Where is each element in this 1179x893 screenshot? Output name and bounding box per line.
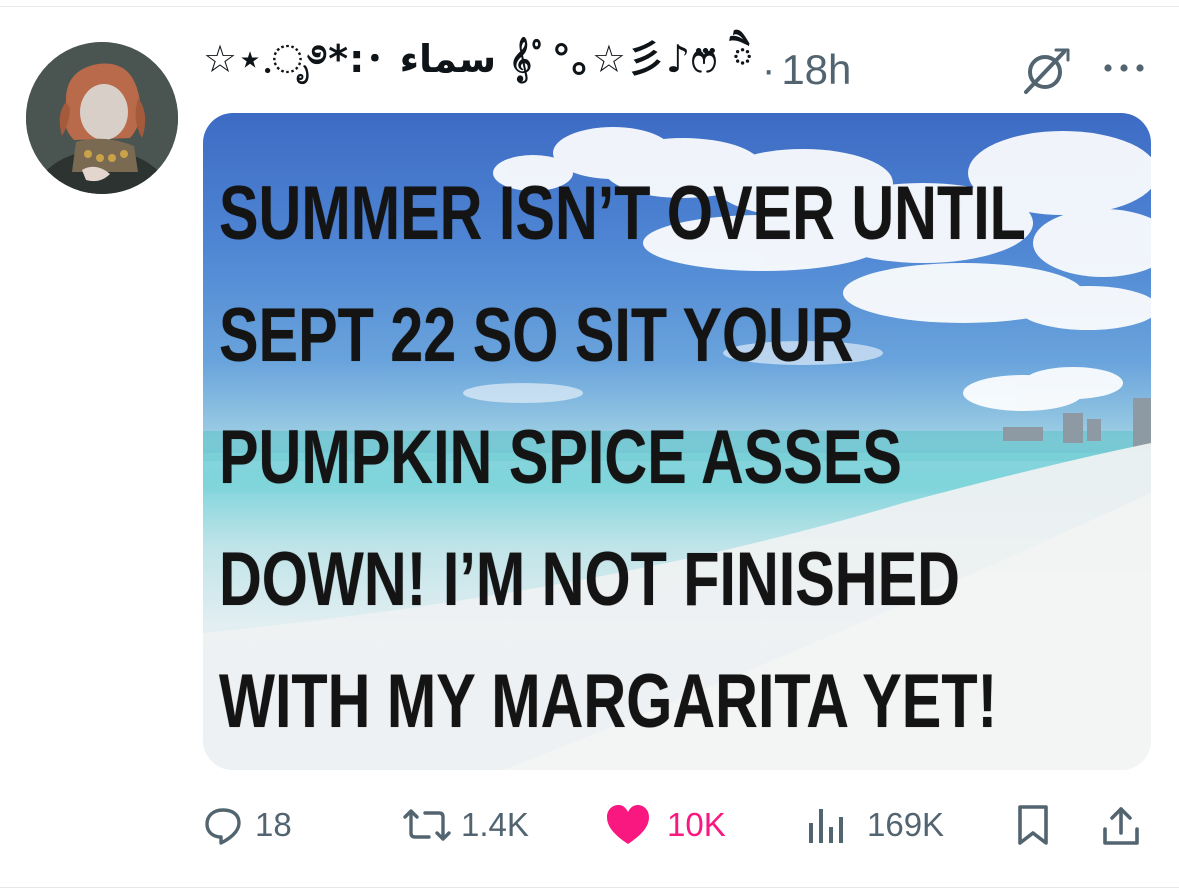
heart-icon (607, 805, 649, 844)
bookmark-icon (1018, 805, 1048, 845)
meme-line: WITH MY MARGARITA YET! (219, 659, 998, 744)
share-icon (1103, 807, 1139, 845)
meme-line: PUMPKIN SPICE ASSES (219, 415, 902, 500)
repost-button[interactable]: 1.4K (399, 800, 529, 850)
display-name[interactable]: ☆⋆.ೃ࿔*:･ سماء 𝄞ﾟ°｡☆彡♪ෆ⃛ ཻ (203, 17, 754, 124)
views-button[interactable]: 169K (807, 800, 944, 850)
meme-line: SUMMER ISN’T OVER UNTIL (219, 171, 1026, 256)
tweet[interactable]: ☆⋆.ೃ࿔*:･ سماء 𝄞ﾟ°｡☆彡♪ෆ⃛ ཻ · 18h SUMMER I… (0, 0, 1179, 893)
more-icon[interactable] (1100, 56, 1148, 80)
repost-count: 1.4K (461, 806, 529, 843)
separator-dot: · (762, 47, 776, 92)
post-media-image[interactable]: SUMMER ISN’T OVER UNTIL SEPT 22 SO SIT Y… (203, 113, 1151, 770)
avatar[interactable] (26, 42, 178, 194)
bottom-divider (0, 887, 1179, 888)
post-header: ☆⋆.ೃ࿔*:･ سماء 𝄞ﾟ°｡☆彡♪ෆ⃛ ཻ · 18h (203, 37, 851, 100)
repost-icon (403, 809, 451, 841)
views-count: 169K (867, 806, 945, 843)
bookmark-button[interactable] (1015, 800, 1051, 850)
reply-count: 18 (255, 806, 292, 843)
action-bar: 18 1.4K 10K 169K (203, 800, 1151, 850)
meme-line: DOWN! I’M NOT FINISHED (219, 537, 960, 622)
grok-icon[interactable] (1020, 44, 1074, 98)
like-button[interactable]: 10K (605, 800, 726, 850)
views-icon (809, 809, 843, 843)
share-button[interactable] (1101, 800, 1141, 850)
meme-caption: SUMMER ISN’T OVER UNTIL SEPT 22 SO SIT Y… (219, 153, 1151, 763)
meme-line: SEPT 22 SO SIT YOUR (219, 293, 854, 378)
top-divider (0, 6, 1179, 7)
like-count: 10K (667, 806, 726, 843)
timestamp[interactable]: 18h (781, 46, 851, 94)
reply-icon (205, 808, 241, 845)
avatar-image (26, 42, 178, 194)
reply-button[interactable]: 18 (203, 800, 292, 850)
